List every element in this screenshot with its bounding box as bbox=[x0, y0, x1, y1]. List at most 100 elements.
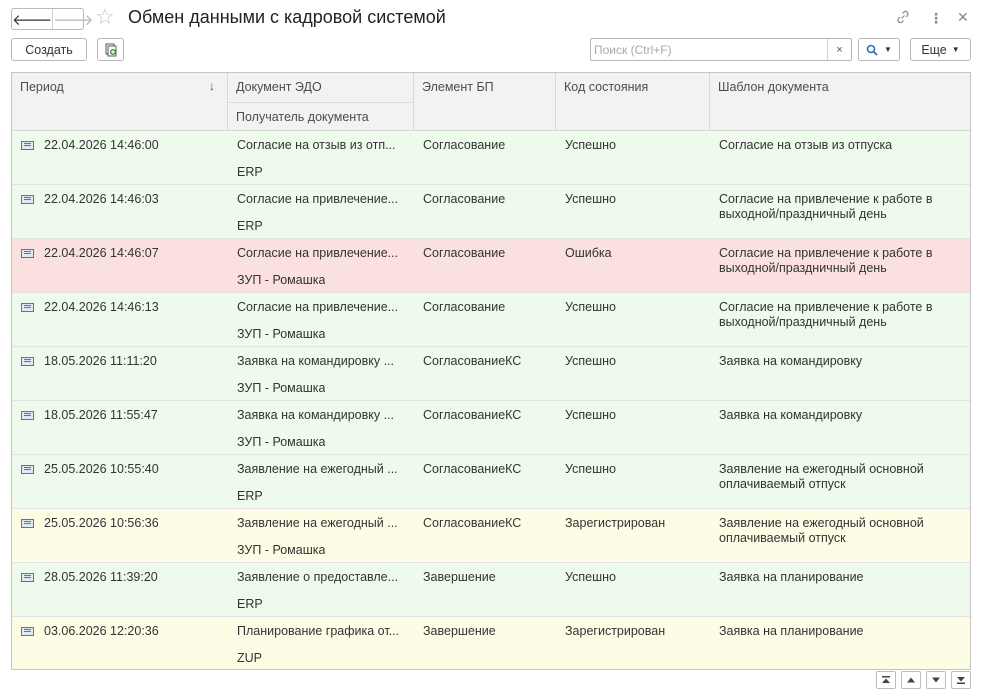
cell-element: Согласование bbox=[423, 192, 506, 206]
column-status-code[interactable]: Код состояния bbox=[556, 73, 710, 131]
record-icon bbox=[21, 249, 34, 258]
cell-template: Заявка на командировку bbox=[719, 354, 863, 368]
cell-element: СогласованиеКС bbox=[423, 354, 522, 368]
cell-period: 28.05.2026 11:39:20 bbox=[44, 570, 158, 584]
favorite-star-icon[interactable]: ☆ bbox=[95, 5, 115, 29]
cell-document: Заявка на командировку ... bbox=[237, 354, 394, 368]
cell-element: Завершение bbox=[423, 570, 496, 584]
page-title: Обмен данными с кадровой системой bbox=[128, 7, 446, 27]
cell-status-code: Успешно bbox=[565, 408, 616, 422]
exchange-table[interactable]: Период ↓ Документ ЭДО Получатель докумен… bbox=[11, 72, 971, 670]
link-icon[interactable] bbox=[895, 9, 911, 28]
record-icon bbox=[21, 627, 34, 636]
scroll-first-icon bbox=[882, 676, 890, 683]
cell-recipient: ЗУП - Ромашка bbox=[237, 381, 326, 395]
cell-recipient: ЗУП - Ромашка bbox=[237, 435, 326, 449]
cell-status-code: Зарегистрирован bbox=[565, 624, 666, 638]
more-menu-icon[interactable]: ⋮ bbox=[929, 10, 943, 27]
cell-recipient: ERP bbox=[237, 597, 263, 611]
create-button[interactable]: Создать bbox=[11, 38, 87, 61]
cell-document: Согласие на привлечение... bbox=[237, 300, 399, 314]
cell-element: Завершение bbox=[423, 624, 496, 638]
cell-period: 22.04.2026 14:46:03 bbox=[44, 192, 159, 206]
cell-status-code: Успешно bbox=[565, 462, 616, 476]
scroll-first-button[interactable] bbox=[876, 671, 896, 689]
copy-icon bbox=[105, 43, 116, 56]
find-button[interactable]: ▼ bbox=[858, 38, 900, 61]
table-row[interactable]: 22.04.2026 14:46:07 Согласие на привлечен… bbox=[12, 239, 970, 293]
cell-recipient: ERP bbox=[237, 219, 263, 233]
cell-status-code: Зарегистрирован bbox=[565, 516, 666, 530]
column-period-label: Период bbox=[20, 80, 64, 94]
record-icon bbox=[21, 303, 34, 312]
table-row[interactable]: 18.05.2026 11:11:20 Заявка на командировк… bbox=[12, 347, 970, 401]
column-element[interactable]: Элемент БП bbox=[414, 73, 556, 131]
record-icon bbox=[21, 519, 34, 528]
cell-recipient: ЗУП - Ромашка bbox=[237, 543, 326, 557]
column-recipient[interactable]: Получатель документа bbox=[228, 102, 414, 131]
cell-template: Заявка на планирование bbox=[719, 624, 864, 638]
table-row[interactable]: 28.05.2026 11:39:20 Заявление о предостав… bbox=[12, 563, 970, 617]
cell-element: СогласованиеКС bbox=[423, 516, 522, 530]
record-icon bbox=[21, 357, 34, 366]
search-box: × bbox=[590, 38, 852, 61]
forward-arrow-icon[interactable]: 🡒 bbox=[53, 9, 93, 29]
cell-template: Заявление на ежегодный основной оплачива… bbox=[719, 462, 924, 491]
nav-buttons: 🡐 🡒 bbox=[11, 8, 93, 30]
cell-status-code: Успешно bbox=[565, 192, 616, 206]
cell-period: 25.05.2026 10:55:40 bbox=[44, 462, 159, 476]
column-period[interactable]: Период ↓ bbox=[12, 73, 228, 131]
cell-recipient: ERP bbox=[237, 489, 263, 503]
table-row[interactable]: 25.05.2026 10:55:40 Заявление на ежегодны… bbox=[12, 455, 970, 509]
search-icon bbox=[866, 44, 878, 56]
cell-element: Согласование bbox=[423, 300, 506, 314]
cell-period: 18.05.2026 11:55:47 bbox=[44, 408, 158, 422]
search-input[interactable] bbox=[594, 41, 824, 58]
cell-element: СогласованиеКС bbox=[423, 462, 522, 476]
cell-document: Заявление на ежегодный ... bbox=[237, 516, 398, 530]
cell-element: СогласованиеКС bbox=[423, 408, 522, 422]
back-arrow-icon[interactable]: 🡐 bbox=[12, 9, 54, 29]
cell-recipient: ЗУП - Ромашка bbox=[237, 273, 326, 287]
table-row[interactable]: 22.04.2026 14:46:03 Согласие на привлечен… bbox=[12, 185, 970, 239]
column-document[interactable]: Документ ЭДО bbox=[228, 73, 414, 102]
cell-period: 22.04.2026 14:46:13 bbox=[44, 300, 159, 314]
sort-arrow-icon: ↓ bbox=[209, 79, 215, 93]
cell-document: Заявление на ежегодный ... bbox=[237, 462, 398, 476]
chevron-down-icon: ▼ bbox=[884, 45, 892, 54]
cell-template: Согласие на привлечение к работе в выход… bbox=[719, 192, 933, 221]
cell-template: Согласие на привлечение к работе в выход… bbox=[719, 246, 933, 275]
clear-search-button[interactable]: × bbox=[827, 39, 851, 60]
cell-recipient: ZUP bbox=[237, 651, 262, 665]
cell-status-code: Успешно bbox=[565, 138, 616, 152]
record-icon bbox=[21, 465, 34, 474]
scroll-down-button[interactable] bbox=[926, 671, 946, 689]
record-icon bbox=[21, 411, 34, 420]
more-label: Еще bbox=[921, 42, 947, 57]
cell-template: Заявление на ежегодный основной оплачива… bbox=[719, 516, 924, 545]
column-template[interactable]: Шаблон документа bbox=[710, 73, 970, 131]
copy-button[interactable] bbox=[97, 38, 124, 61]
table-row[interactable]: 22.04.2026 14:46:13 Согласие на привлечен… bbox=[12, 293, 970, 347]
cell-template: Согласие на привлечение к работе в выход… bbox=[719, 300, 933, 329]
cell-status-code: Ошибка bbox=[565, 246, 612, 260]
record-icon bbox=[21, 573, 34, 582]
cell-period: 25.05.2026 10:56:36 bbox=[44, 516, 159, 530]
chevron-down-icon: ▼ bbox=[951, 45, 960, 54]
scroll-up-icon bbox=[907, 677, 915, 683]
table-row[interactable]: 25.05.2026 10:56:36 Заявление на ежегодны… bbox=[12, 509, 970, 563]
table-row[interactable]: 18.05.2026 11:55:47 Заявка на командировк… bbox=[12, 401, 970, 455]
cell-template: Заявка на командировку bbox=[719, 408, 863, 422]
more-button[interactable]: Еще ▼ bbox=[910, 38, 971, 61]
scroll-last-icon bbox=[957, 677, 965, 684]
cell-period: 22.04.2026 14:46:07 bbox=[44, 246, 159, 260]
scroll-last-button[interactable] bbox=[951, 671, 971, 689]
cell-recipient: ERP bbox=[237, 165, 263, 179]
table-row[interactable]: 22.04.2026 14:46:00 Согласие на отзыв из … bbox=[12, 131, 970, 185]
close-icon[interactable]: ✕ bbox=[957, 9, 969, 26]
table-row[interactable]: 03.06.2026 12:20:36 Планирование графика … bbox=[12, 617, 970, 669]
record-icon bbox=[21, 195, 34, 204]
cell-period: 18.05.2026 11:11:20 bbox=[44, 354, 157, 368]
scroll-up-button[interactable] bbox=[901, 671, 921, 689]
cell-template: Заявка на планирование bbox=[719, 570, 864, 584]
